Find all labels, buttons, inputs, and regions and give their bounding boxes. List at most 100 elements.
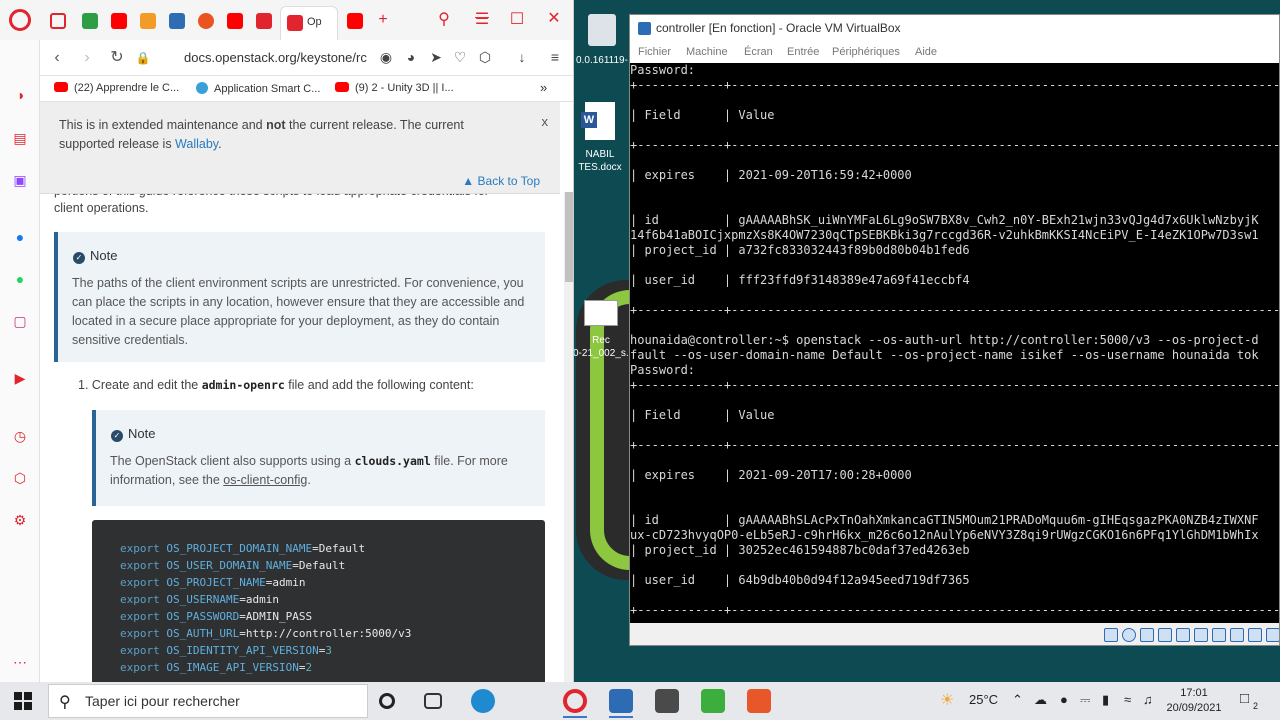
youtube-tab-icon-1[interactable] xyxy=(111,13,127,29)
bookmarks-more-button[interactable]: » xyxy=(540,80,547,95)
openstack-active-tab-icon xyxy=(287,15,303,31)
code-token-kw: export xyxy=(120,627,160,640)
history-icon[interactable]: ◷ xyxy=(10,426,30,446)
cortana-icon[interactable] xyxy=(379,693,395,709)
battery-icon[interactable]: ▮ xyxy=(1102,692,1109,708)
tab-strip: Op + ⚲ ☰ — ☐ ✕ xyxy=(0,0,573,40)
vpn-icon[interactable]: ◕ xyxy=(402,49,420,65)
windows-start-button[interactable] xyxy=(14,692,32,710)
youtube-tab-icon-2[interactable] xyxy=(227,13,243,29)
terminal-line: +------------+--------------------------… xyxy=(630,438,1280,452)
new-tab-button[interactable]: + xyxy=(373,10,393,30)
opera-taskbar-icon[interactable] xyxy=(563,689,587,713)
mic-icon[interactable]: ● xyxy=(1060,692,1068,707)
youtube-tab-icon-3[interactable] xyxy=(347,13,363,29)
menu-machine[interactable]: Machine xyxy=(686,46,728,58)
opera-logo-icon[interactable] xyxy=(9,9,31,31)
openstack-tab-icon[interactable] xyxy=(256,13,272,29)
notification-center-icon[interactable]: □ xyxy=(1240,690,1249,707)
terminal-line: hounaida@controller:~$ openstack --os-au… xyxy=(630,333,1259,347)
menu-peripheriques[interactable]: Périphériques xyxy=(832,46,900,58)
maximize-icon[interactable]: ☐ xyxy=(507,10,527,30)
wallaby-link[interactable]: Wallaby xyxy=(175,137,218,151)
camera-icon[interactable]: ◉ xyxy=(377,49,395,66)
ubuntu-tab-icon[interactable] xyxy=(198,13,214,29)
terminal-line: | expires | 2021-09-20T16:59:42+0000 xyxy=(630,168,912,182)
video-file-icon xyxy=(584,300,618,326)
back-icon[interactable]: ‹ xyxy=(47,48,67,68)
virtualbox-taskbar-icon[interactable] xyxy=(609,689,633,713)
messenger-icon[interactable]: ● xyxy=(10,227,30,247)
instagram-icon[interactable]: ▢ xyxy=(10,311,30,331)
weather-temp[interactable]: 25°C xyxy=(969,692,998,707)
back-to-top-link[interactable]: ▲ Back to Top xyxy=(462,172,540,191)
forward-icon[interactable]: › xyxy=(77,48,97,68)
taskbar-search-box[interactable]: ⚲ Taper ici pour rechercher xyxy=(48,684,368,718)
tab-search-icon[interactable]: ⚲ xyxy=(434,10,454,30)
settings-gear-icon[interactable]: ⚙ xyxy=(10,510,30,530)
game-controller-tab-icon[interactable] xyxy=(50,13,66,29)
menu-icon[interactable]: ≡ xyxy=(546,49,564,65)
code-token-val: admin xyxy=(272,576,306,589)
code-line: export OS_IMAGE_API_VERSION=2 xyxy=(120,659,545,676)
cloud-icon[interactable]: ☁ xyxy=(1034,692,1047,708)
recorder-app-icon[interactable] xyxy=(747,689,771,713)
whatsapp-icon[interactable]: ● xyxy=(10,269,30,289)
bookmark-2[interactable]: Application Smart C... xyxy=(196,82,320,95)
edge-icon[interactable] xyxy=(471,689,495,713)
note-box-2: ✓ Note The OpenStack client also supports… xyxy=(92,410,545,506)
green-app-tab-icon[interactable] xyxy=(82,13,98,29)
usb-tray-icon[interactable]: ⎓ xyxy=(1080,692,1090,708)
task-view-icon[interactable] xyxy=(424,693,442,709)
cube-icon[interactable]: ⬡ xyxy=(476,49,494,66)
clock[interactable]: 17:01 20/09/2021 xyxy=(1162,686,1226,716)
active-tab-label: Op xyxy=(307,16,322,28)
sublime-text-icon[interactable] xyxy=(655,689,679,713)
twitch-icon[interactable]: ▣ xyxy=(10,170,30,190)
wifi-icon[interactable]: ≈ xyxy=(1124,692,1131,707)
banner-close-button[interactable]: x xyxy=(542,112,549,131)
search-icon: ⚲ xyxy=(59,694,71,711)
menu-entree[interactable]: Entrée xyxy=(787,46,819,58)
code-token-name: OS_AUTH_URL xyxy=(166,627,240,640)
menu-aide[interactable]: Aide xyxy=(915,46,937,58)
close-window-icon[interactable]: ✕ xyxy=(544,9,564,29)
camtasia-icon[interactable] xyxy=(701,689,725,713)
weather-icon[interactable]: ☀ xyxy=(940,690,954,710)
speed-dial-icon[interactable]: ◑ xyxy=(10,85,30,105)
code-token-eq: = xyxy=(292,559,299,572)
desktop-icon-ip[interactable]: 0.0.161119- xyxy=(576,12,628,72)
terminal-line: | id | gAAAAABhSK_uiWnYMFaL6Lg9oSW7BX8v_… xyxy=(630,213,1259,227)
heart-icon[interactable]: ♡ xyxy=(451,49,469,66)
orange-site-tab-icon[interactable] xyxy=(140,13,156,29)
reload-icon[interactable]: ↻ xyxy=(107,48,127,68)
hard-disk-icon xyxy=(1104,628,1118,642)
my-flow-icon[interactable]: ▤ xyxy=(10,128,30,148)
bookmark-1[interactable]: (22) Apprendre le C... xyxy=(54,82,179,94)
volume-icon[interactable]: ♫ xyxy=(1143,692,1153,707)
more-icon[interactable]: ⋯ xyxy=(10,652,30,672)
player-icon[interactable]: ▶ xyxy=(10,368,30,388)
maintenance-banner: This is in extended maintenance and not … xyxy=(40,102,560,194)
terminal-screen[interactable]: Password: +------------+-----------------… xyxy=(630,63,1280,623)
recording-label-2: 0-21_002_s... xyxy=(573,348,629,359)
send-icon[interactable]: ➤ xyxy=(427,49,445,66)
show-hidden-icons[interactable]: ⌃ xyxy=(1012,692,1023,708)
menu-ecran[interactable]: Écran xyxy=(744,46,773,58)
minimize-icon[interactable]: — xyxy=(472,6,492,26)
url-field[interactable]: docs.openstack.org/keystone/rc xyxy=(184,50,374,65)
extensions-icon[interactable]: ⬡ xyxy=(10,468,30,488)
code-token-kw: export xyxy=(120,661,160,674)
app-icon xyxy=(196,82,208,94)
page-scrollbar[interactable] xyxy=(564,192,573,682)
scrollbar-thumb[interactable] xyxy=(565,192,573,282)
menu-fichier[interactable]: Fichier xyxy=(638,46,671,58)
blue-chart-tab-icon[interactable] xyxy=(169,13,185,29)
bookmark-3[interactable]: (9) 2 - Unity 3D || I... xyxy=(335,82,454,94)
downloads-icon[interactable]: ↓ xyxy=(513,49,531,65)
desktop-icon-word-doc[interactable]: W NABIL TES.docx xyxy=(573,100,627,180)
os-client-config-link[interactable]: os-client-config xyxy=(223,473,307,487)
tab-openstack-active[interactable]: Op xyxy=(280,6,338,40)
note-box-1: ✓ Note The paths of the client environmen… xyxy=(54,232,545,362)
desktop-icon-recording[interactable]: Rec 0-21_002_s... xyxy=(573,300,629,362)
